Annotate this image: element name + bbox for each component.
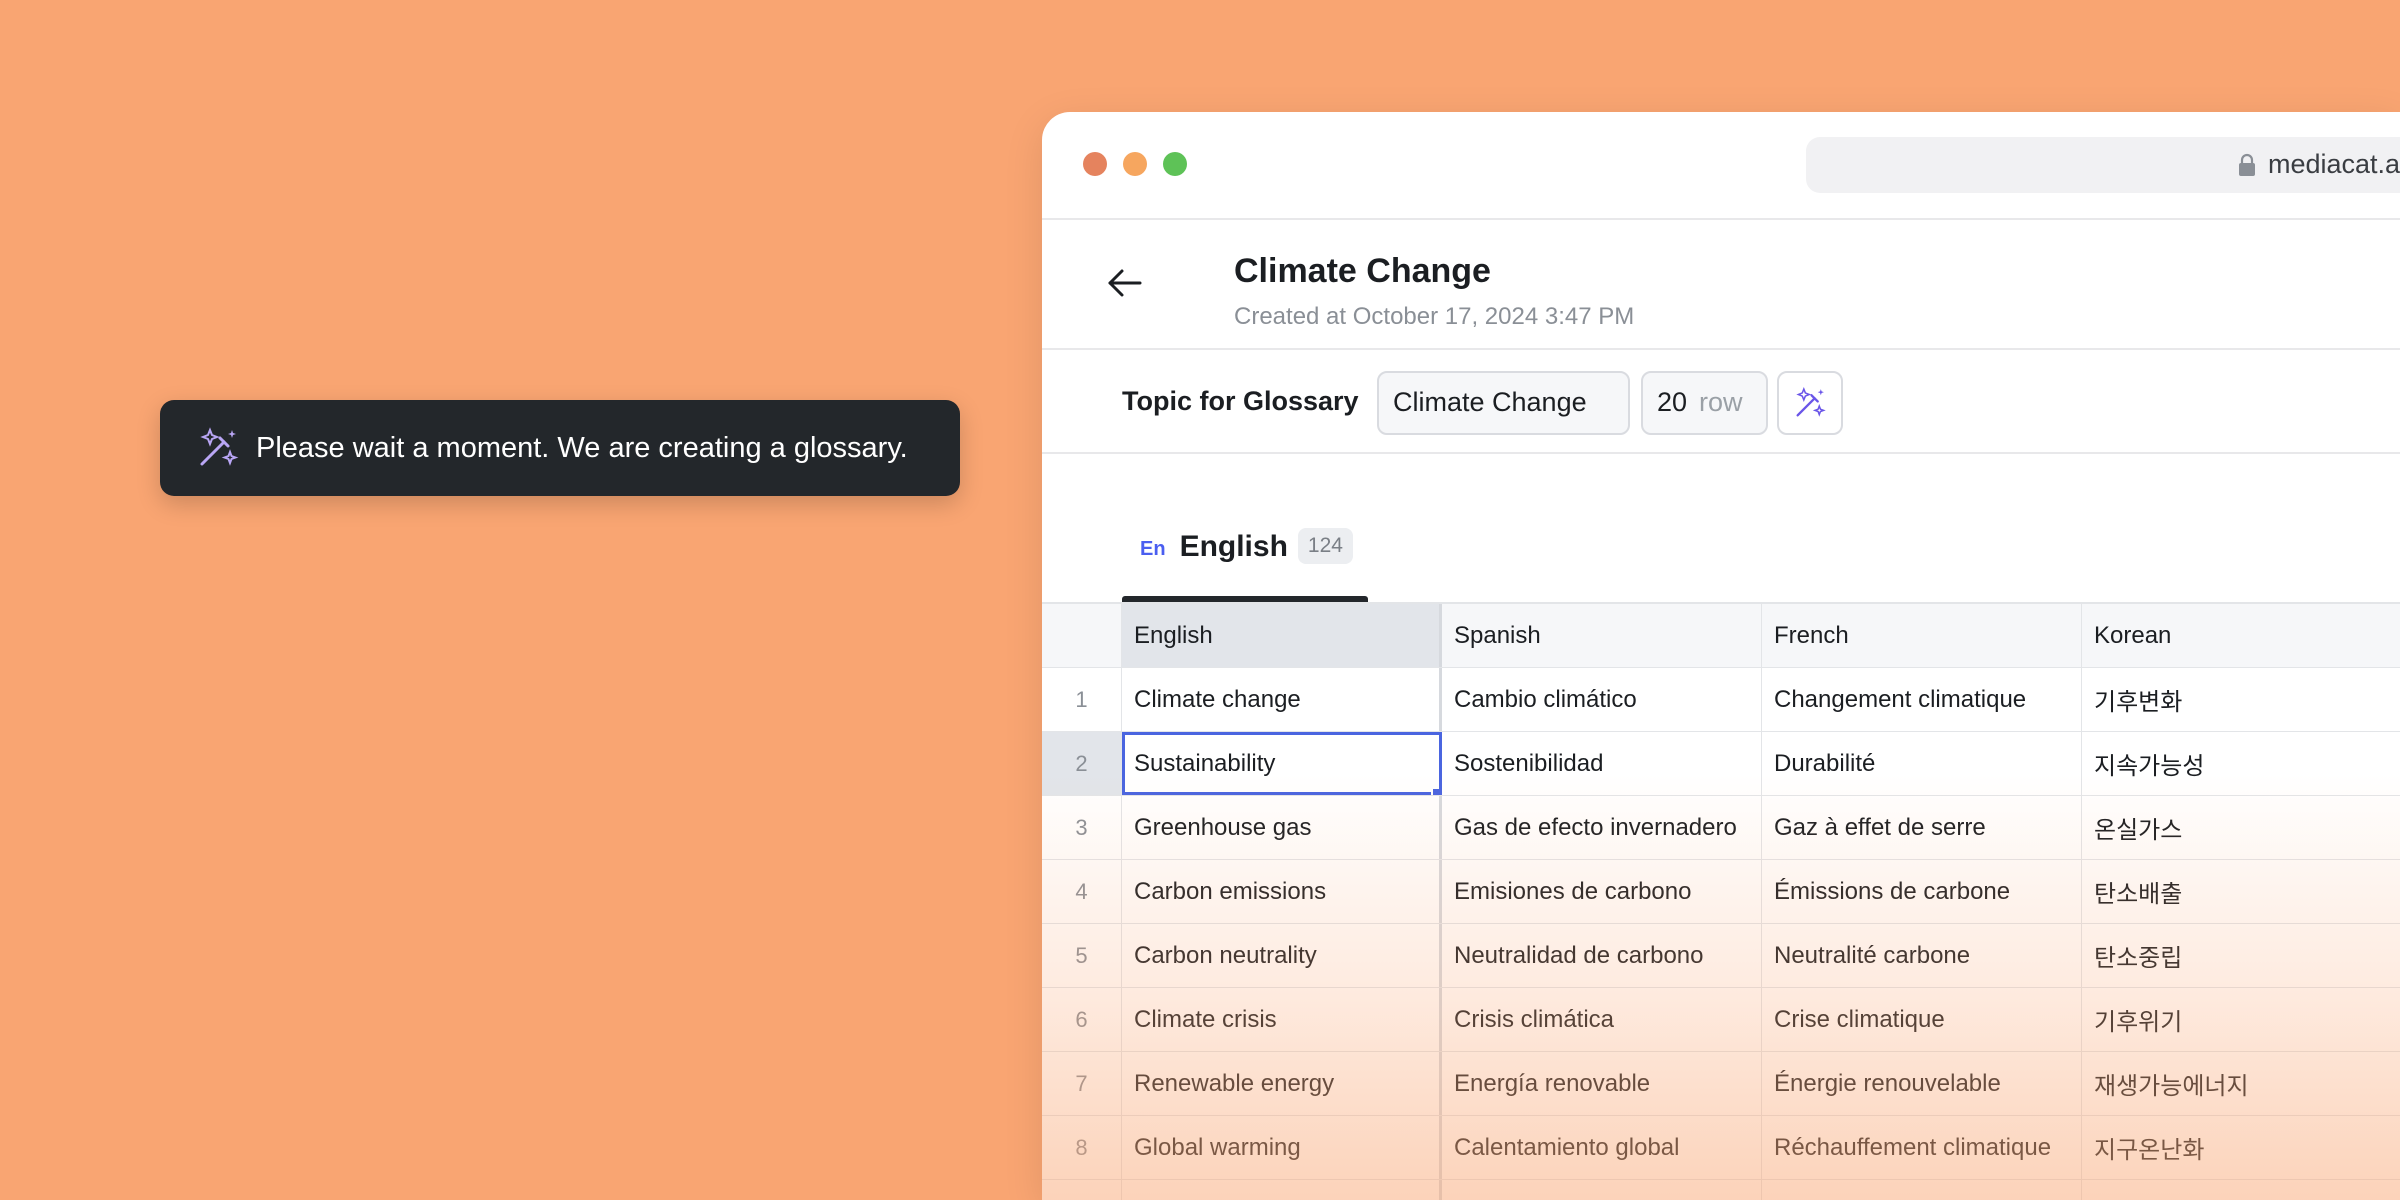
table-cell[interactable]: Carbon emissions [1122, 860, 1442, 923]
url-text: mediacat.a [2268, 149, 2400, 179]
active-tab-indicator [1122, 596, 1368, 602]
table-cell[interactable] [1122, 1180, 1442, 1200]
created-timestamp: Created at October 17, 2024 3:47 PM [1234, 303, 1635, 330]
table-cell[interactable]: Crisis climática [1442, 988, 1762, 1051]
tab-english[interactable]: En English 124 [1122, 524, 1368, 602]
table-cell[interactable]: 탄소중립 [2082, 924, 2400, 987]
topic-input[interactable]: Climate Change [1377, 371, 1630, 435]
table-row: 1 Climate change Cambio climático Change… [1042, 668, 2400, 732]
table-cell[interactable]: 지속가능성 [2082, 732, 2400, 795]
table-row: 6 Climate crisis Crisis climática Crise … [1042, 988, 2400, 1052]
table-row: 3 Greenhouse gas Gas de efecto invernade… [1042, 796, 2400, 860]
table-cell[interactable]: 탄소배출 [2082, 860, 2400, 923]
table-cell[interactable]: Crise climatique [1762, 988, 2082, 1051]
table-cell[interactable]: Climate change [1122, 668, 1442, 731]
table-cell[interactable]: 기후변화 [2082, 668, 2400, 731]
toast-message: Please wait a moment. We are creating a … [256, 431, 908, 464]
browser-window: mediacat.a Climate Change Created at Oct… [1042, 112, 2400, 1200]
magic-wand-icon [200, 427, 239, 466]
column-header-english[interactable]: English [1122, 604, 1442, 667]
magic-wand-icon [1796, 387, 1826, 417]
table-row: 4 Carbon emissions Emisiones de carbono … [1042, 860, 2400, 924]
table-cell[interactable]: Emisiones de carbono [1442, 860, 1762, 923]
row-number: 2 [1042, 732, 1122, 795]
table-cell[interactable]: Renewable energy [1122, 1052, 1442, 1115]
table-cell[interactable]: 기후위기 [2082, 988, 2400, 1051]
topic-label: Topic for Glossary [1122, 386, 1359, 416]
glossary-toast: Please wait a moment. We are creating a … [160, 400, 960, 496]
table-cell[interactable]: Cambio climático [1442, 668, 1762, 731]
row-count-value: 20 [1657, 387, 1688, 417]
row-index-header [1042, 604, 1122, 667]
row-number: 6 [1042, 988, 1122, 1051]
table-row [1042, 1180, 2400, 1200]
column-header-korean[interactable]: Korean [2082, 604, 2400, 667]
language-code-badge: En [1140, 538, 1166, 560]
fill-handle[interactable] [1431, 787, 1439, 795]
table-cell[interactable]: Gaz à effet de serre [1762, 796, 2082, 859]
column-header-french[interactable]: French [1762, 604, 2082, 667]
row-number: 8 [1042, 1116, 1122, 1179]
cell-text: Sustainability [1134, 749, 1276, 777]
table-cell[interactable]: Sostenibilidad [1442, 732, 1762, 795]
row-number: 5 [1042, 924, 1122, 987]
table-cell[interactable]: Émissions de carbone [1762, 860, 2082, 923]
table-cell[interactable] [1442, 1180, 1762, 1200]
minimize-window-button[interactable] [1123, 152, 1147, 176]
table-cell[interactable]: Global warming [1122, 1116, 1442, 1179]
table-cell[interactable]: Energía renovable [1442, 1052, 1762, 1115]
back-arrow-icon[interactable] [1102, 260, 1148, 306]
table-cell[interactable] [2082, 1180, 2400, 1200]
row-count-input[interactable]: 20 row [1641, 371, 1768, 435]
generate-glossary-button[interactable] [1777, 371, 1843, 435]
tab-label: English [1179, 530, 1288, 563]
table-cell[interactable]: Greenhouse gas [1122, 796, 1442, 859]
column-header-spanish[interactable]: Spanish [1442, 604, 1762, 667]
row-number: 4 [1042, 860, 1122, 923]
table-row: 5 Carbon neutrality Neutralidad de carbo… [1042, 924, 2400, 988]
term-count-badge: 124 [1297, 528, 1353, 564]
table-cell[interactable]: Carbon neutrality [1122, 924, 1442, 987]
table-row: 7 Renewable energy Energía renovable Éne… [1042, 1052, 2400, 1116]
table-cell[interactable]: Changement climatique [1762, 668, 2082, 731]
table-cell[interactable]: Climate crisis [1122, 988, 1442, 1051]
row-number: 7 [1042, 1052, 1122, 1115]
table-cell[interactable] [1762, 1180, 2082, 1200]
window-titlebar: mediacat.a [1042, 112, 2400, 220]
selected-table-cell[interactable]: Sustainability [1122, 732, 1442, 795]
table-cell[interactable]: Durabilité [1762, 732, 2082, 795]
language-tabs: En English 124 [1042, 454, 2400, 604]
table-header-row: English Spanish French Korean [1042, 604, 2400, 668]
page-header: Climate Change Created at October 17, 20… [1042, 220, 2400, 350]
row-number: 1 [1042, 668, 1122, 731]
row-number: 3 [1042, 796, 1122, 859]
table-cell[interactable]: Neutralidad de carbono [1442, 924, 1762, 987]
table-cell[interactable]: Réchauffement climatique [1762, 1116, 2082, 1179]
close-window-button[interactable] [1083, 152, 1107, 176]
table-row: 8 Global warming Calentamiento global Ré… [1042, 1116, 2400, 1180]
glossary-table: English Spanish French Korean 1 Climate … [1042, 604, 2400, 1200]
page-title: Climate Change [1234, 252, 1491, 290]
glossary-toolbar: Topic for Glossary Climate Change 20 row [1042, 350, 2400, 454]
table-row: 2 Sustainability Sostenibilidad Durabili… [1042, 732, 2400, 796]
row-number [1042, 1180, 1122, 1200]
address-bar[interactable]: mediacat.a [1806, 137, 2400, 193]
row-count-unit: row [1699, 387, 1743, 417]
table-cell[interactable]: Énergie renouvelable [1762, 1052, 2082, 1115]
table-cell[interactable]: Gas de efecto invernadero [1442, 796, 1762, 859]
table-cell[interactable]: Neutralité carbone [1762, 924, 2082, 987]
table-cell[interactable]: 지구온난화 [2082, 1116, 2400, 1179]
maximize-window-button[interactable] [1163, 152, 1187, 176]
lock-icon [2239, 153, 2255, 176]
table-cell[interactable]: 재생가능에너지 [2082, 1052, 2400, 1115]
table-cell[interactable]: 온실가스 [2082, 796, 2400, 859]
table-cell[interactable]: Calentamiento global [1442, 1116, 1762, 1179]
